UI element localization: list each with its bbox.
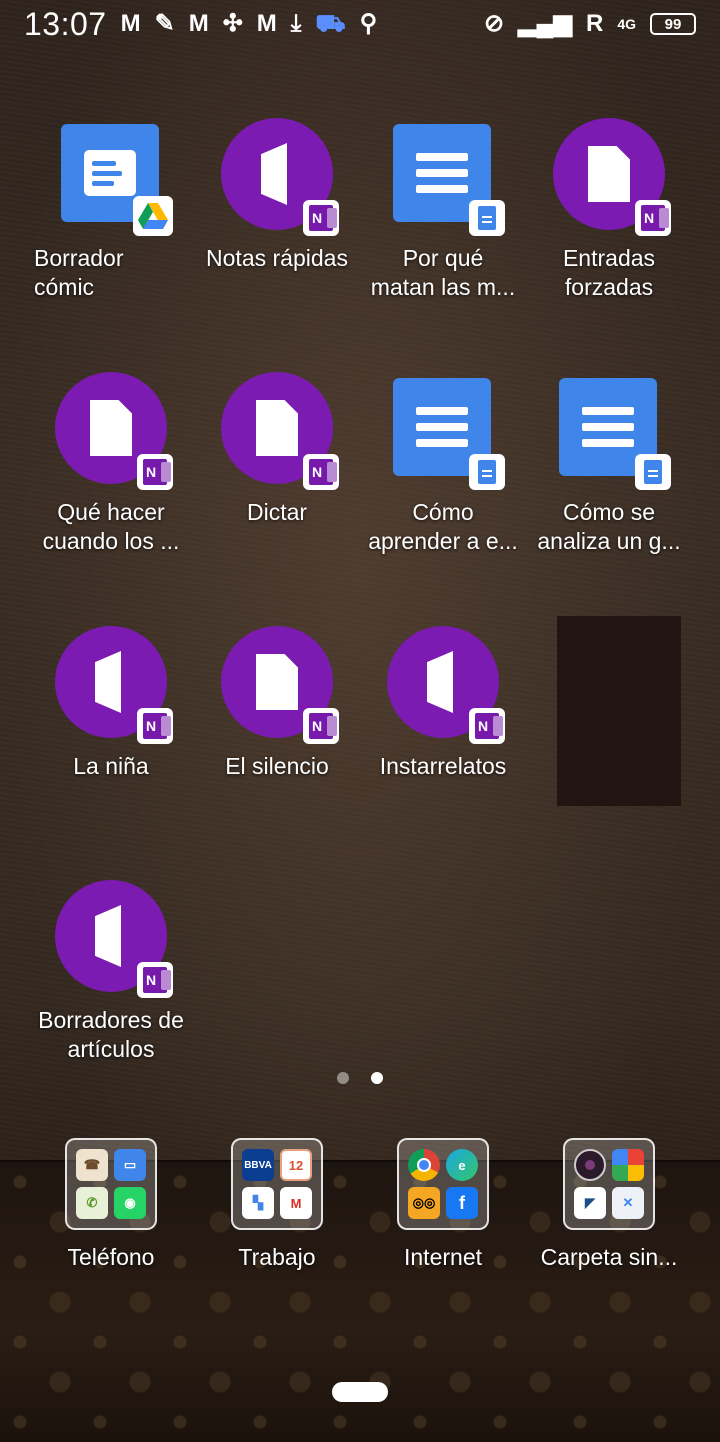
calendar-icon: 12 (280, 1149, 312, 1181)
onenote-badge-icon: N (303, 200, 339, 236)
folder-label: Trabajo (238, 1244, 316, 1270)
onenote-page-icon: N (221, 372, 339, 490)
gmail-icon: M (280, 1187, 312, 1219)
onenote-badge-icon: N (137, 708, 173, 744)
onenote-badge-icon: N (635, 200, 671, 236)
folder-preview: ◤ ✕ (563, 1138, 655, 1230)
onenote-notebook-icon: N (55, 626, 173, 744)
gmail-notification-icon: M (188, 10, 209, 37)
download-icon: ⤓ (290, 10, 302, 37)
camera-icon (574, 1149, 606, 1181)
folder-preview: e ◎◎ f (397, 1138, 489, 1230)
signal-icon: ▂▄▆ (518, 10, 572, 37)
app-label: Entradas forzadas (562, 245, 656, 300)
folder-telefono[interactable]: ☎ ▭ ✆ ◉ Teléfono (28, 1138, 194, 1271)
page-indicator[interactable] (0, 1072, 720, 1084)
google-drive-badge-icon (133, 196, 173, 236)
edge-icon: e (446, 1149, 478, 1181)
shortcut-notas-rapidas[interactable]: N Notas rápidas (194, 118, 360, 372)
home-gesture-bar[interactable] (332, 1382, 388, 1402)
google-docs-badge-icon (469, 454, 505, 490)
clock: 13:07 (24, 5, 107, 42)
onenote-page-icon: N (55, 372, 173, 490)
folder-preview: ☎ ▭ ✆ ◉ (65, 1138, 157, 1230)
onenote-badge-icon: N (137, 454, 173, 490)
network-type: 4G (617, 16, 636, 32)
shortcut-entradas-forzadas[interactable]: N Entradas forzadas (526, 118, 692, 372)
folder-internet[interactable]: e ◎◎ f Internet (360, 1138, 526, 1271)
contacts-icon: ☎ (76, 1149, 108, 1181)
location-icon: ⚲ (359, 10, 378, 37)
app-label: Cómo se analiza un g... (537, 499, 681, 554)
facebook-icon: f (446, 1187, 478, 1219)
gmail-notification-icon: M (120, 10, 141, 37)
battery-indicator: 99 (650, 13, 696, 35)
onenote-badge-icon: N (303, 454, 339, 490)
chrome-icon (408, 1149, 440, 1181)
onenote-badge-icon: N (469, 708, 505, 744)
bbva-icon: BBVA (242, 1149, 274, 1181)
app-label: Por qué matan las m... (370, 245, 516, 300)
app-label: Qué hacer cuando los ... (42, 499, 180, 554)
onenote-badge-icon: N (137, 962, 173, 998)
folder-carpeta-sin-nombre[interactable]: ◤ ✕ Carpeta sin... (526, 1138, 692, 1271)
shortcut-borrador-comic[interactable]: Borrador cómic (28, 118, 194, 372)
app-label: Instarrelatos (379, 753, 507, 779)
folder-preview: BBVA 12 ▚ M (231, 1138, 323, 1230)
scanner-icon: ◤ (574, 1187, 606, 1219)
shortcut-como-aprender[interactable]: Cómo aprender a e... (360, 372, 526, 626)
folder-label: Internet (404, 1244, 482, 1270)
empty-widget-area (557, 616, 681, 806)
whatsapp-icon: ◉ (114, 1187, 146, 1219)
google-docs-document-icon (387, 118, 505, 236)
google-docs-badge-icon (635, 454, 671, 490)
page-dot-1[interactable] (337, 1072, 349, 1084)
app-label: Borrador cómic (34, 245, 124, 300)
shortcut-el-silencio[interactable]: N El silencio (194, 626, 360, 880)
phone-icon: ✆ (76, 1187, 108, 1219)
folder-label: Carpeta sin... (540, 1244, 678, 1270)
empty-slot (526, 616, 692, 880)
app-label: Notas rápidas (206, 245, 348, 271)
fan-notification-icon: ✣ (222, 10, 243, 37)
onenote-notebook-icon: N (55, 880, 173, 998)
page-dot-2-active[interactable] (371, 1072, 383, 1084)
car-icon: ⛟ (315, 10, 346, 37)
onenote-page-icon: N (553, 118, 671, 236)
shortcut-por-que-matan[interactable]: Por qué matan las m... (360, 118, 526, 372)
google-docs-document-icon (553, 372, 671, 490)
app-label: Borradores de artículos (38, 1007, 184, 1062)
pen-notification-icon: ✎ (154, 10, 175, 37)
shortcut-instarrelatos[interactable]: N Instarrelatos (360, 626, 526, 880)
app-label: Cómo aprender a e... (368, 499, 518, 554)
dock: ☎ ▭ ✆ ◉ Teléfono BBVA 12 ▚ M Trabajo e ◎… (28, 1138, 692, 1271)
shortcut-la-nina[interactable]: N La niña (28, 626, 194, 880)
onenote-page-icon: N (221, 626, 339, 744)
shortcut-borradores-articulos[interactable]: N Borradores de artículos (28, 880, 194, 1134)
folder-label: Teléfono (67, 1244, 155, 1270)
onenote-badge-icon: N (303, 708, 339, 744)
folder-trabajo[interactable]: BBVA 12 ▚ M Trabajo (194, 1138, 360, 1271)
onenote-notebook-icon: N (387, 626, 505, 744)
google-docs-document-icon (387, 372, 505, 490)
google-photos-icon (612, 1149, 644, 1181)
shortcut-como-se-analiza[interactable]: Cómo se analiza un g... (526, 372, 692, 626)
files-icon: ▚ (242, 1187, 274, 1219)
tripadvisor-icon: ◎◎ (408, 1187, 440, 1219)
messages-icon: ▭ (114, 1149, 146, 1181)
shortcut-dictar[interactable]: N Dictar (194, 372, 360, 626)
tools-icon: ✕ (612, 1187, 644, 1219)
app-label: Dictar (246, 499, 308, 525)
status-bar: 13:07 M ✎ M ✣ M ⤓ ⛟ ⚲ ⊘ ▂▄▆ R 4G 99 (0, 0, 720, 48)
onenote-notebook-icon: N (221, 118, 339, 236)
roaming-indicator: R (585, 10, 604, 37)
app-label: El silencio (225, 753, 329, 779)
do-not-disturb-icon: ⊘ (483, 10, 505, 37)
shortcut-que-hacer[interactable]: N Qué hacer cuando los ... (28, 372, 194, 626)
app-label: La niña (73, 753, 149, 779)
google-docs-drafts-icon (55, 118, 173, 236)
google-docs-badge-icon (469, 200, 505, 236)
gmail-notification-icon: M (256, 10, 277, 37)
home-app-grid: Borrador cómic N Notas rápidas Por qué m… (28, 118, 692, 1134)
